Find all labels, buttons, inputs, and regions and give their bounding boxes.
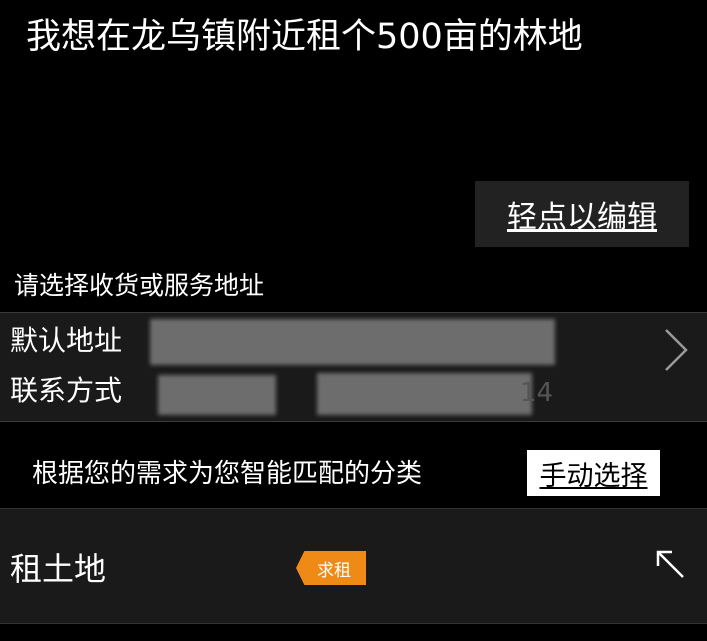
redacted-contact-phone [317,373,532,415]
default-address-label: 默认地址 [10,324,123,357]
category-name: 租土地 [10,550,107,588]
category-item[interactable]: 租土地 求租 [0,508,707,624]
manual-select-button[interactable]: 手动选择 [527,450,660,496]
redacted-contact-name [158,375,276,415]
contact-label: 联系方式 [10,374,123,407]
chevron-right-icon [665,329,688,371]
smart-match-row: 根据您的需求为您智能匹配的分类 手动选择 [0,446,707,502]
arrow-up-left-icon[interactable] [654,548,686,580]
address-selector[interactable]: 默认地址 联系方式 14 [0,312,707,422]
address-section-title: 请选择收货或服务地址 [14,271,265,300]
request-text: 我想在龙乌镇附近租个500亩的林地 [26,17,583,57]
smart-match-text: 根据您的需求为您智能匹配的分类 [32,459,423,489]
category-tag: 求租 [296,551,366,585]
tap-to-edit-button[interactable]: 轻点以编辑 [475,181,689,247]
contact-phone-suffix: 14 [520,378,554,408]
redacted-address [150,319,555,365]
